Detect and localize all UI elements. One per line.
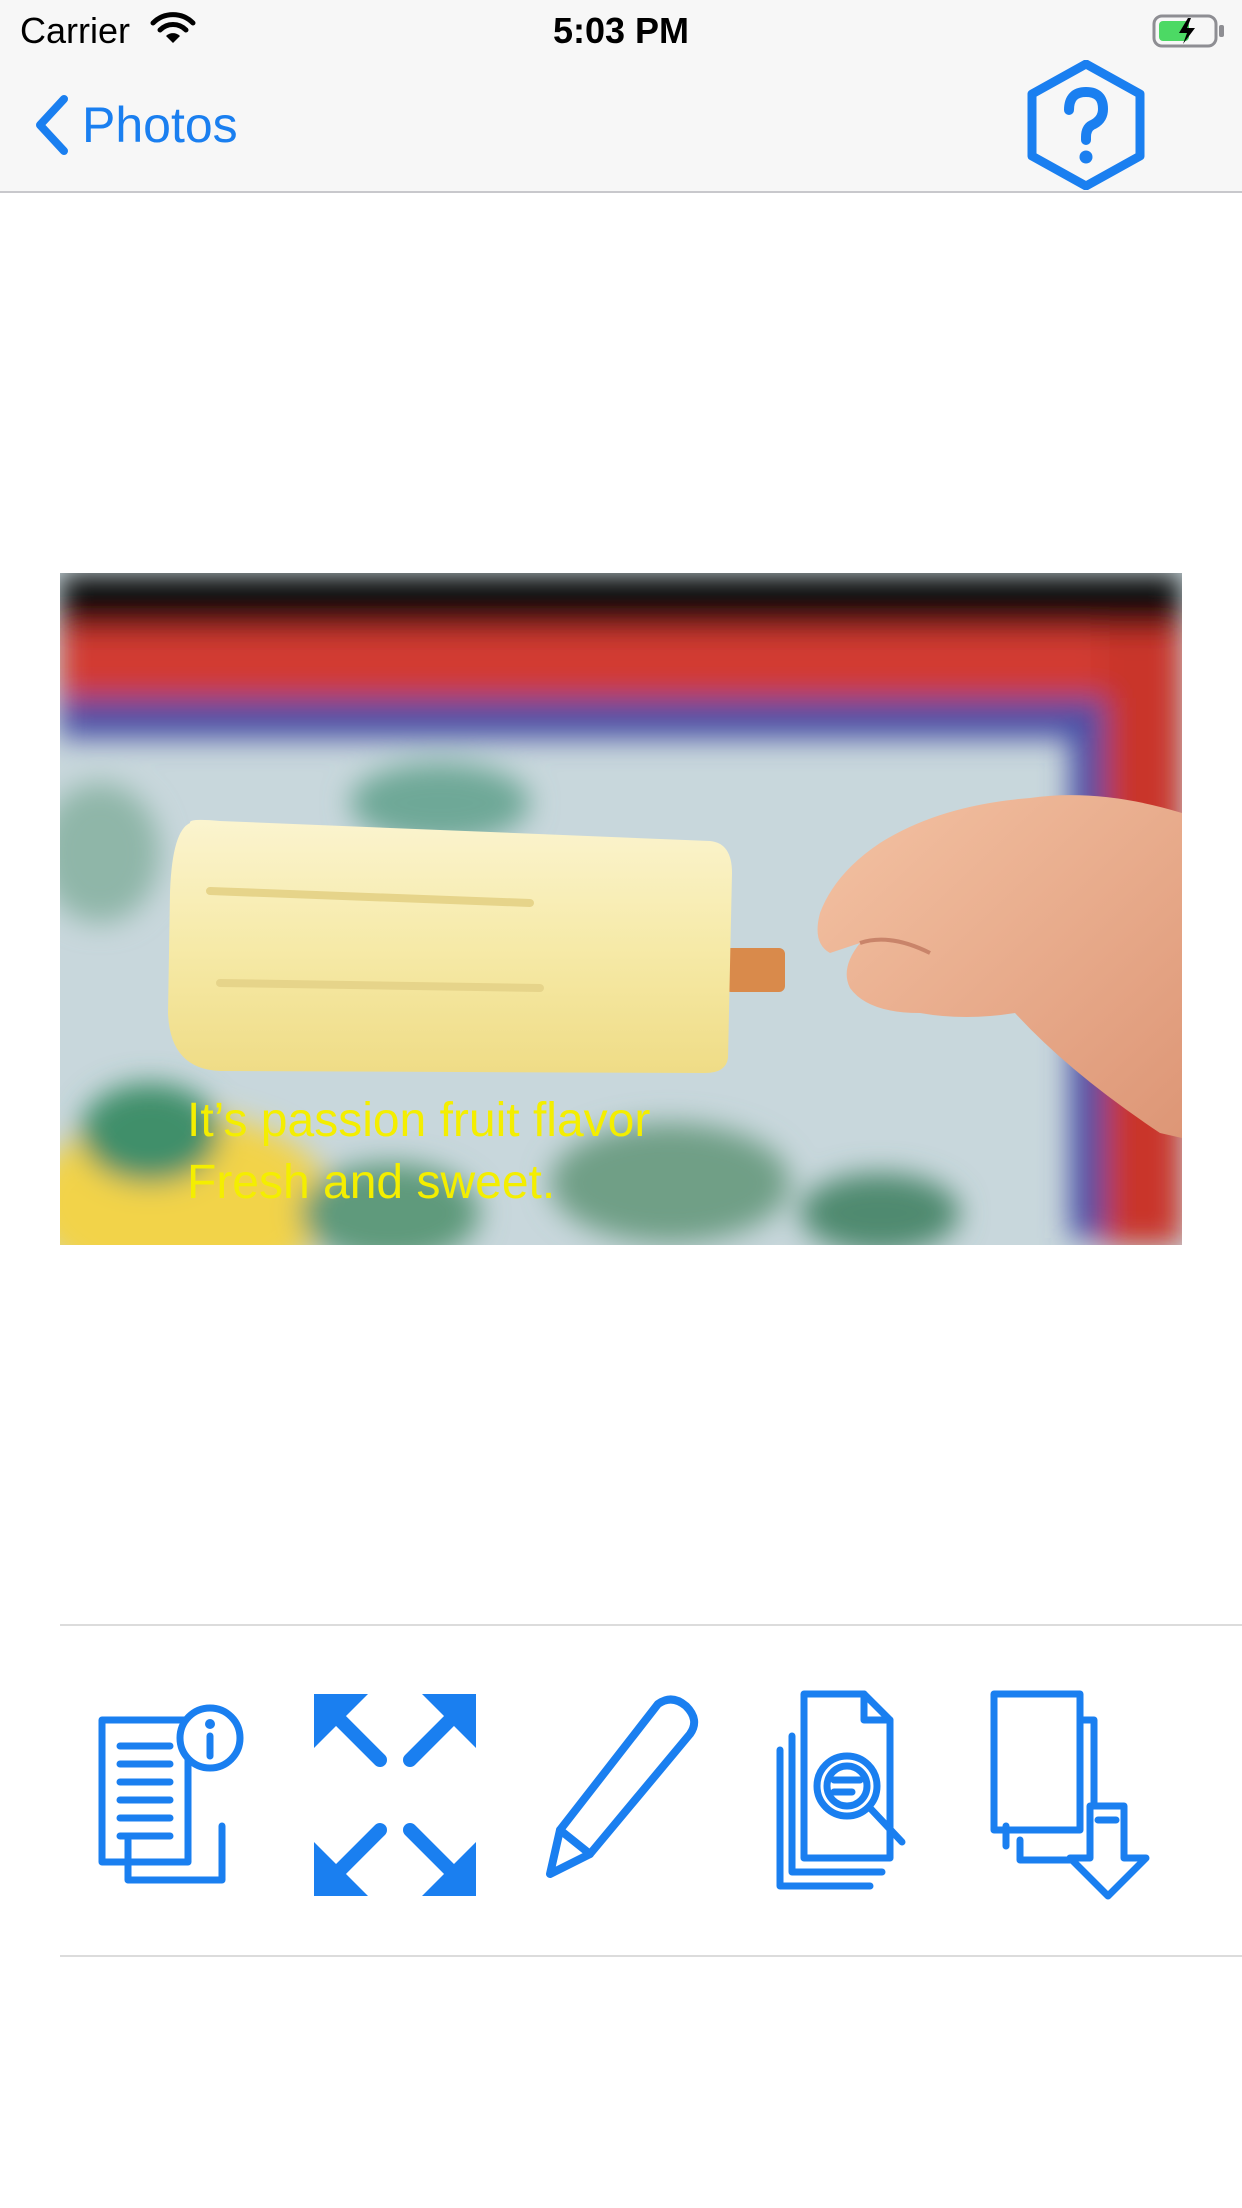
back-button[interactable]: Photos [34, 90, 238, 160]
toolbar-top-divider [60, 1624, 1242, 1626]
clock: 5:03 PM [552, 10, 690, 51]
info-document-icon[interactable] [92, 1690, 262, 1900]
chevron-left-icon [36, 95, 68, 155]
navigation-bar: Photos [0, 60, 1242, 193]
expand-arrows-icon[interactable] [310, 1690, 480, 1900]
help-icon[interactable] [1022, 60, 1150, 190]
caption-line-1: It’s passion fruit flavor [187, 1094, 651, 1147]
caption-line-2: Fresh and sweet. [187, 1156, 556, 1209]
back-button-label: Photos [82, 97, 238, 153]
status-bar: Carrier 5:03 PM [0, 0, 1242, 60]
document-search-icon[interactable] [772, 1690, 942, 1900]
document-export-icon[interactable] [990, 1690, 1160, 1900]
photo-caption: It’s passion fruit flavor Fresh and swee… [187, 1090, 650, 1214]
toolbar-bottom-divider [60, 1955, 1242, 1957]
battery-charging-icon [1152, 14, 1224, 48]
pencil-icon[interactable] [540, 1690, 710, 1900]
